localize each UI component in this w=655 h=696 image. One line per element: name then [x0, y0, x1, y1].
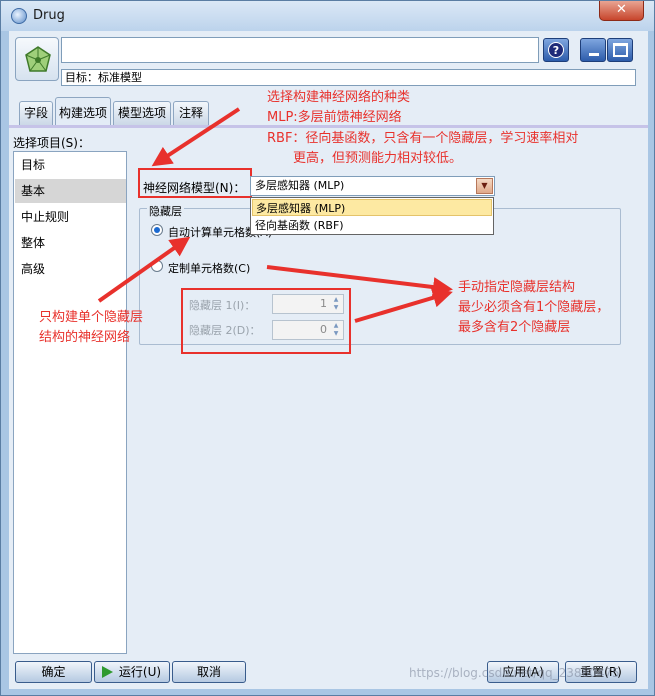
- hidden-layer-1-value: 1: [320, 297, 327, 310]
- list-item-ensemble[interactable]: 整体: [15, 231, 126, 255]
- hidden-layer-1-label: 隐藏层 1(I)：: [189, 299, 256, 312]
- cancel-button[interactable]: 取消: [172, 661, 246, 683]
- tab-model-options[interactable]: 模型选项: [113, 101, 171, 125]
- hidden-layer-2-label: 隐藏层 2(D)：: [189, 324, 261, 337]
- run-button-label: 运行(U): [118, 665, 162, 679]
- select-item-label: 选择项目(S)：: [13, 136, 90, 150]
- option-mlp[interactable]: 多层感知器 (MLP): [252, 199, 492, 216]
- node-name-field[interactable]: [61, 37, 539, 63]
- annotation-model-types: 选择构建神经网络的种类 MLP:多层前馈神经网络: [267, 90, 411, 125]
- help-button[interactable]: ?: [543, 38, 569, 62]
- nn-model-selected-value: 多层感知器 (MLP): [255, 179, 345, 192]
- nn-model-dropdown-list: 多层感知器 (MLP) 径向基函数 (RBF): [250, 197, 494, 235]
- app-icon: [11, 8, 27, 24]
- help-icon: ?: [548, 42, 564, 58]
- play-icon: [102, 666, 113, 678]
- run-button[interactable]: 运行(U): [94, 661, 170, 683]
- minimize-button[interactable]: [580, 38, 606, 62]
- nn-model-label: 神经网络模型(N)：: [143, 181, 246, 195]
- watermark: https://blog.csdn.net/qq_23860475: [409, 666, 620, 680]
- hidden-layer-1-stepper: 1 ▲ ▼: [272, 294, 344, 314]
- nn-model-select[interactable]: 多层感知器 (MLP) ▼: [250, 176, 495, 196]
- option-rbf[interactable]: 径向基函数 (RBF): [252, 217, 492, 234]
- neural-network-node-icon: [15, 37, 59, 81]
- list-item-basic[interactable]: 基本: [15, 179, 126, 203]
- tab-annotations[interactable]: 注释: [173, 101, 209, 125]
- stepper-arrows-icon: ▲ ▼: [333, 296, 339, 311]
- dialog-window: Drug ✕ ? 目标：标准模型 字段 构建选项 模型选项 注释 选择项目(S)…: [0, 0, 655, 696]
- list-item-stopping-rules[interactable]: 中止规则: [15, 205, 126, 229]
- annotation-rbf-note: RBF：径向基函数，只含有一个隐藏层，学习速率相对 更高，但预测能力相对较低。: [267, 131, 579, 166]
- title-bar[interactable]: Drug ✕: [1, 1, 654, 31]
- tab-build-options[interactable]: 构建选项: [55, 97, 111, 125]
- chevron-down-icon[interactable]: ▼: [476, 178, 493, 194]
- close-button[interactable]: ✕: [599, 1, 644, 21]
- maximize-icon: [613, 43, 628, 57]
- custom-units-label[interactable]: 定制单元格数(C): [168, 260, 250, 276]
- target-label: 目标：标准模型: [61, 69, 636, 86]
- custom-units-radio[interactable]: [151, 260, 163, 272]
- list-item-advanced[interactable]: 高级: [15, 257, 126, 281]
- dialog-body: ? 目标：标准模型 字段 构建选项 模型选项 注释 选择项目(S)： 目标 基本…: [9, 31, 648, 689]
- maximize-button[interactable]: [607, 38, 633, 62]
- annotation-manual-hidden: 手动指定隐藏层结构 最少必须含有1个隐藏层， 最多含有2个隐藏层: [458, 280, 610, 335]
- window-title: Drug: [33, 8, 65, 23]
- minimize-icon: [589, 53, 599, 56]
- ok-button[interactable]: 确定: [15, 661, 92, 683]
- item-list: 目标 基本 中止规则 整体 高级: [13, 151, 127, 654]
- annotation-single-layer: 只构建单个隐藏层 结构的神经网络: [39, 310, 144, 345]
- list-item-target[interactable]: 目标: [15, 153, 126, 177]
- hidden-layer-2-value: 0: [320, 323, 327, 336]
- auto-units-radio[interactable]: [151, 224, 163, 236]
- hidden-layer-2-stepper: 0 ▲ ▼: [272, 320, 344, 340]
- hidden-layer-group-title: 隐藏层: [147, 203, 184, 219]
- stepper-arrows-icon: ▲ ▼: [333, 322, 339, 337]
- tab-fields[interactable]: 字段: [19, 101, 53, 125]
